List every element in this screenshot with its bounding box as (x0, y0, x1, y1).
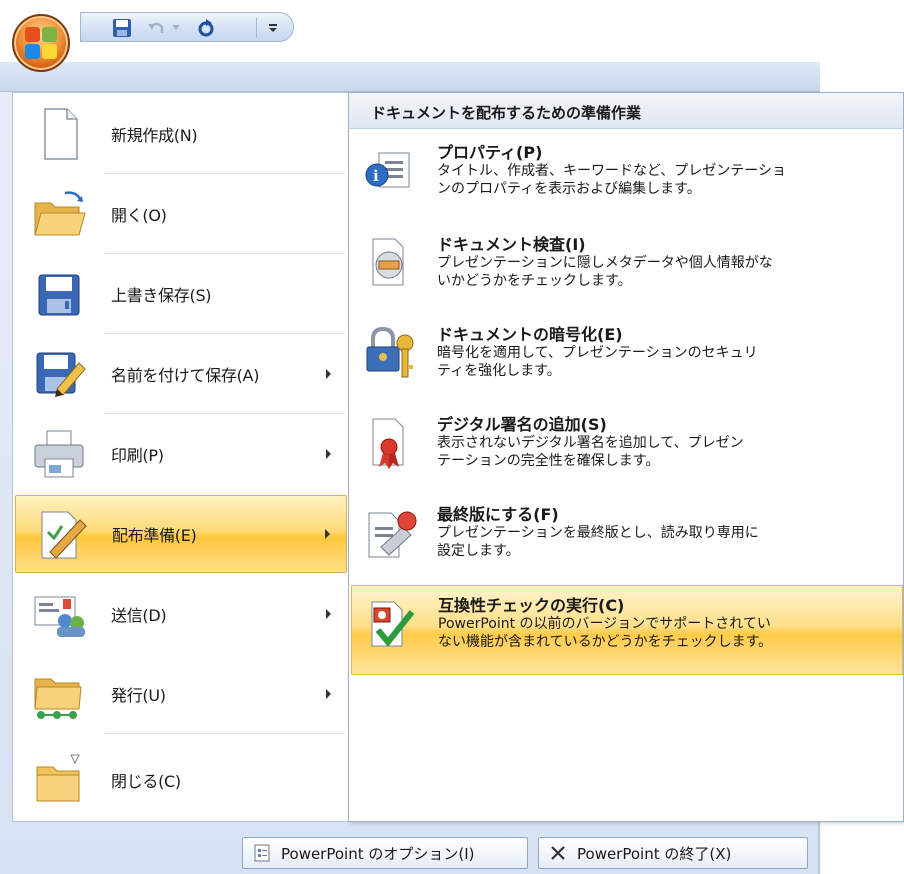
prepare-icon (28, 506, 92, 564)
menu-item-close[interactable]: 閉じる(C) (15, 741, 347, 819)
description-line: ンのプロパティを表示および編集します。 (437, 181, 701, 197)
description-line: 表示されないデジタル署名を追加して、プレゼン (437, 435, 744, 451)
menu-item-label: 新規作成(N) (111, 126, 198, 145)
office-logo-icon (25, 27, 57, 59)
submenu-item-signature[interactable]: デジタル署名の追加(S) 表示されないデジタル署名を追加して、プレゼン テーショ… (351, 405, 903, 491)
inspect-document-icon (361, 235, 417, 291)
powerpoint-options-button[interactable]: PowerPoint のオプション(I) (242, 837, 528, 869)
submenu-item-title: ドキュメントの暗号化(E) (437, 325, 623, 344)
close-icon (547, 842, 569, 864)
menu-item-label: 配布準備(E) (112, 526, 197, 545)
menu-item-label: 印刷(P) (111, 446, 164, 465)
menu-separator (105, 733, 345, 734)
undo-icon[interactable] (143, 17, 169, 39)
menu-item-prepare[interactable]: 配布準備(E) (15, 495, 347, 573)
menu-item-print[interactable]: 印刷(P) (15, 415, 347, 493)
description-line: プレゼンテーションを最終版とし、読み取り専用に (437, 525, 759, 541)
submenu-item-description: PowerPoint の以前のバージョンでサポートされてい ない機能が含まれてい… (438, 615, 878, 651)
menu-separator (105, 173, 345, 174)
exit-label: PowerPoint の終了(X) (577, 844, 732, 863)
menu-separator (105, 333, 345, 334)
menu-item-label: 開く(O) (111, 206, 167, 225)
digital-signature-icon (361, 415, 417, 471)
powerpoint-exit-button[interactable]: PowerPoint の終了(X) (538, 837, 808, 869)
menu-separator (105, 413, 345, 414)
encrypt-lock-icon (361, 325, 417, 381)
submenu-arrow-icon (326, 449, 331, 459)
description-line: いかどうかをチェックします。 (437, 273, 632, 289)
properties-icon: i (361, 143, 417, 199)
submenu-item-title: 互換性チェックの実行(C) (438, 596, 625, 615)
submenu-item-description: 表示されないデジタル署名を追加して、プレゼン テーションの完全性を確保します。 (437, 434, 877, 470)
submenu-item-title: プロパティ(P) (437, 143, 543, 162)
submenu-item-compatibility[interactable]: 互換性チェックの実行(C) PowerPoint の以前のバージョンでサポートさ… (351, 585, 903, 675)
description-line: タイトル、作成者、キーワードなど、プレゼンテーショ (437, 163, 787, 179)
menu-item-label: 発行(U) (111, 686, 166, 705)
submenu-item-title: 最終版にする(F) (437, 505, 559, 524)
open-folder-icon (27, 185, 91, 243)
menu-item-publish[interactable]: 発行(U) (15, 655, 347, 733)
submenu-item-description: プレゼンテーションを最終版とし、読み取り専用に 設定します。 (437, 524, 877, 560)
menu-item-label: 送信(D) (111, 606, 167, 625)
submenu-item-title: デジタル署名の追加(S) (437, 415, 607, 434)
print-icon (27, 425, 91, 483)
description-line: 設定します。 (437, 543, 520, 559)
title-bar (0, 0, 904, 62)
new-document-icon (27, 105, 91, 163)
submenu-item-inspect[interactable]: ドキュメント検査(I) プレゼンテーションに隠しメタデータや個人情報がな いかど… (351, 225, 903, 311)
description-line: ない機能が含まれているかどうかをチェックします。 (438, 634, 773, 650)
svg-text:i: i (373, 167, 379, 185)
office-menu-commands: 新規作成(N) 開く(O) 上書き保存(S) 名前を付けて保存(A) 印刷(P) (12, 92, 350, 822)
save-as-icon (27, 345, 91, 403)
undo-dropdown-icon[interactable] (169, 17, 183, 39)
submenu-item-description: 暗号化を適用して、プレゼンテーションのセキュリ ティを強化します。 (437, 344, 877, 380)
mark-final-icon (361, 505, 417, 561)
menu-item-send[interactable]: 送信(D) (15, 575, 347, 653)
submenu-arrow-icon (326, 689, 331, 699)
menu-item-label: 閉じる(C) (111, 772, 181, 791)
description-line: ティを強化します。 (437, 363, 561, 379)
submenu-header: ドキュメントを配布するための準備作業 (349, 93, 903, 129)
redo-icon[interactable] (193, 17, 219, 39)
description-line: 暗号化を適用して、プレゼンテーションのセキュリ (437, 345, 758, 361)
save-icon[interactable] (109, 17, 135, 39)
submenu-arrow-icon (326, 369, 331, 379)
compatibility-check-icon (362, 596, 418, 652)
submenu-item-encrypt[interactable]: ドキュメントの暗号化(E) 暗号化を適用して、プレゼンテーションのセキュリ ティ… (351, 315, 903, 401)
submenu-item-mark-final[interactable]: 最終版にする(F) プレゼンテーションを最終版とし、読み取り専用に 設定します。 (351, 495, 903, 581)
options-label: PowerPoint のオプション(I) (281, 844, 475, 863)
options-icon (251, 842, 273, 864)
send-icon (27, 585, 91, 643)
submenu-item-description: プレゼンテーションに隠しメタデータや個人情報がな いかどうかをチェックします。 (437, 254, 877, 290)
menu-item-new[interactable]: 新規作成(N) (15, 95, 347, 173)
save-icon (27, 265, 91, 323)
menu-separator (105, 253, 345, 254)
submenu-item-description: タイトル、作成者、キーワードなど、プレゼンテーショ ンのプロパティを表示および編… (437, 162, 877, 198)
prepare-submenu: ドキュメントを配布するための準備作業 i プロパティ(P) タイトル、作成者、キ… (348, 92, 904, 822)
description-line: PowerPoint の以前のバージョンでサポートされてい (438, 616, 771, 632)
close-folder-icon (27, 751, 91, 809)
publish-icon (27, 665, 91, 723)
description-line: プレゼンテーションに隠しメタデータや個人情報がな (437, 255, 773, 271)
menu-item-open[interactable]: 開く(O) (15, 175, 347, 253)
office-button[interactable] (12, 14, 70, 72)
customize-dropdown-icon[interactable] (263, 17, 283, 39)
menu-item-save-as[interactable]: 名前を付けて保存(A) (15, 335, 347, 413)
submenu-arrow-icon (326, 609, 331, 619)
menu-item-label: 名前を付けて保存(A) (111, 366, 260, 385)
quick-access-toolbar (80, 12, 294, 42)
menu-item-label: 上書き保存(S) (111, 286, 212, 305)
submenu-item-title: ドキュメント検査(I) (437, 235, 586, 254)
description-line: テーションの完全性を確保します。 (437, 453, 660, 469)
toolbar-separator (256, 18, 257, 38)
submenu-arrow-icon (325, 529, 330, 539)
submenu-item-properties[interactable]: i プロパティ(P) タイトル、作成者、キーワードなど、プレゼンテーショ ンのプ… (351, 133, 903, 219)
menu-item-save[interactable]: 上書き保存(S) (15, 255, 347, 333)
office-menu-top-strip (0, 62, 820, 92)
